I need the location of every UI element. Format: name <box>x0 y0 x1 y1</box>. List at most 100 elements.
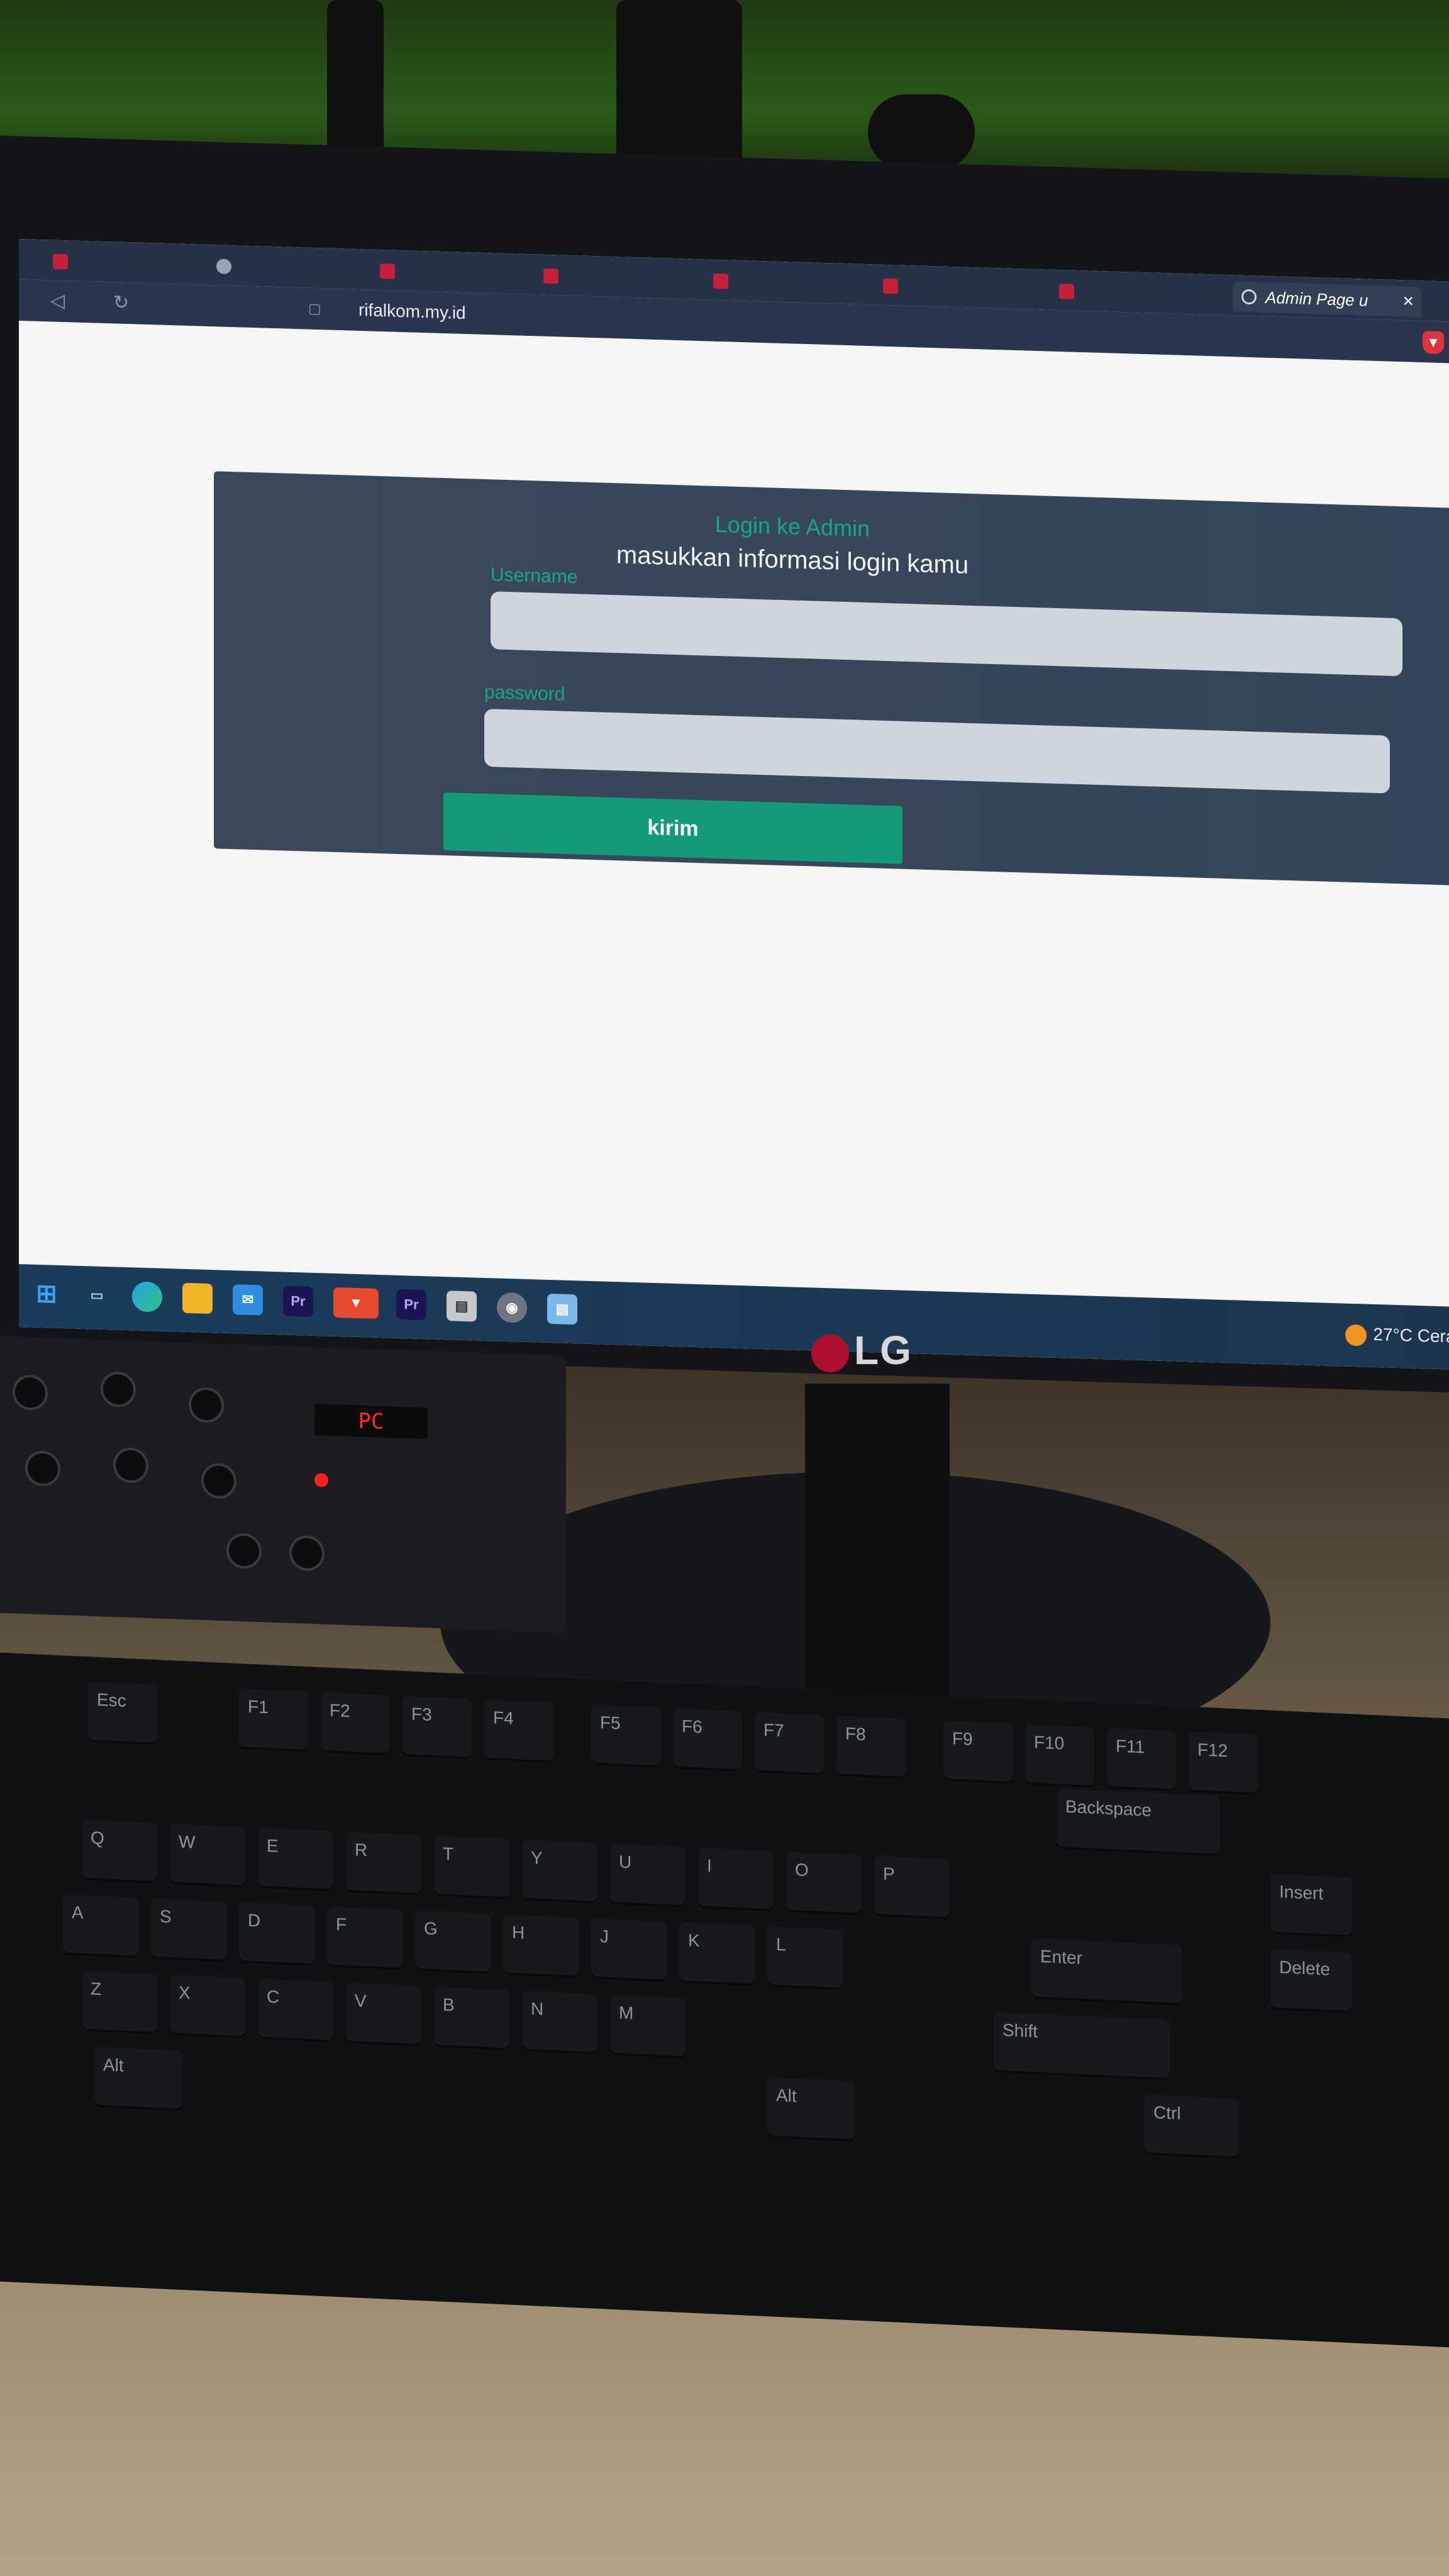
mixer-knob[interactable] <box>201 1462 236 1499</box>
mic-stand <box>327 0 384 164</box>
browser-tab[interactable] <box>535 260 698 296</box>
key[interactable]: T <box>434 1836 509 1900</box>
key[interactable]: G <box>415 1910 491 1975</box>
username-label: Username <box>491 564 578 588</box>
key[interactable]: F12 <box>1189 1731 1258 1796</box>
browser-tab[interactable] <box>704 265 868 301</box>
key[interactable]: Z <box>82 1970 157 2035</box>
key[interactable]: F4 <box>484 1699 553 1763</box>
key[interactable]: F8 <box>836 1716 906 1780</box>
submit-button[interactable]: kirim <box>443 792 902 864</box>
key[interactable]: F <box>327 1906 402 1970</box>
key[interactable]: O <box>786 1852 862 1916</box>
weather-text: 27°C Cerah <box>1373 1324 1449 1347</box>
file-explorer-icon[interactable] <box>182 1282 213 1314</box>
mixer-knob[interactable] <box>189 1387 224 1424</box>
sun-icon <box>1345 1324 1367 1346</box>
reload-icon[interactable]: ↻ <box>113 292 129 314</box>
key[interactable]: R <box>346 1831 421 1896</box>
mixer-knob[interactable] <box>289 1535 325 1572</box>
key[interactable]: S <box>151 1898 226 1963</box>
key[interactable]: A <box>63 1894 138 1958</box>
key[interactable]: Insert <box>1270 1874 1352 1938</box>
mixer-knob[interactable] <box>25 1450 60 1487</box>
key[interactable]: I <box>698 1848 774 1912</box>
mixer-knob[interactable] <box>226 1533 262 1570</box>
key[interactable]: K <box>679 1922 755 1987</box>
close-icon[interactable]: × <box>1402 286 1414 317</box>
tab-favicon-icon <box>883 278 898 294</box>
key[interactable]: F6 <box>673 1708 742 1772</box>
audio-mixer: PC <box>0 1335 566 1633</box>
key[interactable]: U <box>610 1843 686 1908</box>
weather-widget[interactable]: 27°C Cerah <box>1345 1321 1449 1350</box>
tab-favicon-icon <box>543 268 558 284</box>
key[interactable]: B <box>434 1987 509 2051</box>
key[interactable]: N <box>522 1990 597 2055</box>
browser-tab[interactable] <box>1050 276 1214 311</box>
key[interactable]: Y <box>522 1840 597 1904</box>
printer-icon[interactable]: ▤ <box>447 1291 477 1322</box>
browser-tab[interactable] <box>208 251 371 286</box>
url-field[interactable]: rifalkom.my.id <box>358 299 466 324</box>
key[interactable]: F3 <box>402 1696 472 1760</box>
key[interactable]: Backspace <box>1057 1789 1220 1857</box>
premiere-pro-icon[interactable]: Pr <box>396 1289 426 1321</box>
windows-start-icon[interactable]: ⊞ <box>31 1279 62 1309</box>
task-view-icon[interactable]: ▭ <box>82 1280 112 1311</box>
key[interactable]: D <box>239 1902 314 1967</box>
key[interactable]: Ctrl <box>1145 2094 1239 2160</box>
mixer-knob[interactable] <box>113 1446 148 1484</box>
key[interactable]: E <box>258 1828 333 1892</box>
key[interactable]: F7 <box>755 1712 824 1776</box>
page-body: Login ke Admin masukkan informasi login … <box>19 321 1449 1307</box>
key[interactable]: Delete <box>1270 1949 1352 2014</box>
monitor-stand-neck <box>805 1384 950 1736</box>
browser-tab[interactable] <box>371 256 535 291</box>
key[interactable]: C <box>258 1979 333 2043</box>
lg-logo-icon <box>811 1335 849 1373</box>
bookmark-icon[interactable]: ▢ <box>308 298 321 320</box>
tab-favicon-icon <box>713 273 728 289</box>
tab-favicon-icon <box>216 258 231 275</box>
username-input[interactable] <box>491 591 1402 677</box>
mail-icon[interactable]: ✉ <box>233 1284 263 1316</box>
key[interactable]: Esc <box>88 1682 157 1746</box>
key[interactable]: W <box>170 1824 245 1888</box>
key[interactable]: F10 <box>1025 1724 1094 1788</box>
key[interactable]: P <box>874 1855 950 1920</box>
key[interactable]: Q <box>82 1819 157 1884</box>
password-label: password <box>484 681 565 705</box>
brave-shield-icon[interactable]: ▼ <box>1423 331 1444 355</box>
mixer-knob[interactable] <box>13 1374 48 1411</box>
key[interactable]: F1 <box>239 1689 308 1753</box>
camera-icon[interactable]: ◉ <box>497 1292 527 1323</box>
key[interactable]: L <box>767 1926 843 1990</box>
key[interactable]: F2 <box>321 1692 390 1756</box>
notepad-icon[interactable]: ▤ <box>547 1293 577 1325</box>
brave-icon[interactable]: ▼ <box>333 1287 379 1319</box>
key[interactable]: F5 <box>591 1704 660 1768</box>
key[interactable]: X <box>170 1975 245 2039</box>
key[interactable]: Shift <box>994 2012 1170 2081</box>
key[interactable]: F11 <box>1107 1728 1176 1792</box>
mixer-knob[interactable] <box>101 1371 136 1408</box>
password-input[interactable] <box>484 708 1390 794</box>
tab-favicon-icon <box>1059 284 1074 299</box>
tab-favicon-icon <box>53 253 68 270</box>
back-icon[interactable]: ◁ <box>50 290 65 312</box>
edge-icon[interactable] <box>132 1281 162 1313</box>
key[interactable]: M <box>610 1994 686 2059</box>
browser-tab[interactable] <box>874 270 1038 306</box>
key[interactable]: Alt <box>94 2046 182 2111</box>
key[interactable]: V <box>346 1982 421 2047</box>
browser-tab-active[interactable]: Admin Page u × <box>1233 281 1421 318</box>
key[interactable]: J <box>591 1918 667 1982</box>
browser-tab[interactable] <box>44 246 208 281</box>
key[interactable]: H <box>503 1914 579 1979</box>
key[interactable]: Alt <box>767 2077 855 2142</box>
premiere-pro-icon[interactable]: Pr <box>283 1285 313 1317</box>
login-card: Login ke Admin masukkan informasi login … <box>214 471 1449 888</box>
key[interactable]: F9 <box>943 1720 1013 1784</box>
key[interactable]: Enter <box>1031 1938 1182 2006</box>
